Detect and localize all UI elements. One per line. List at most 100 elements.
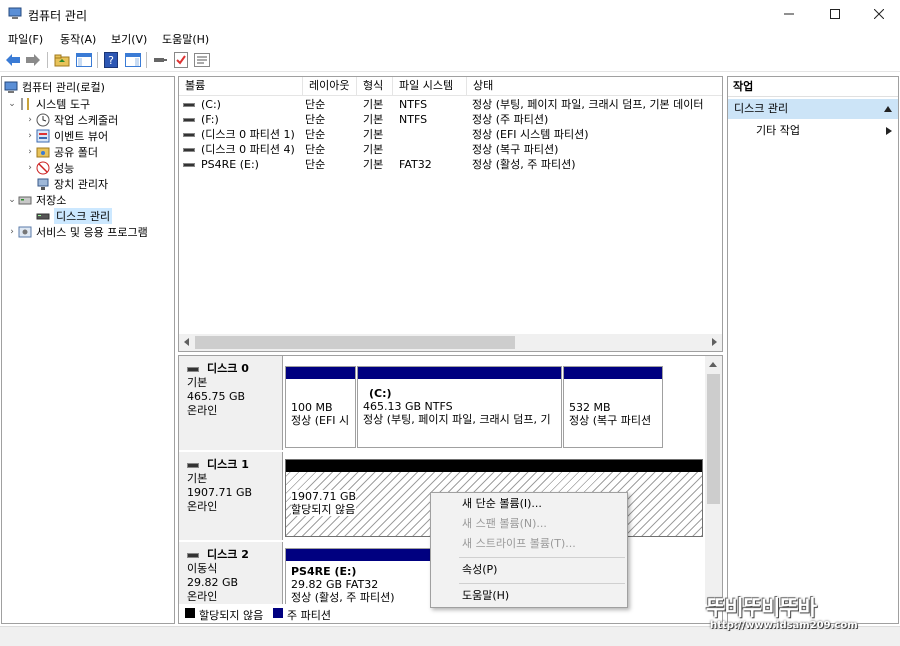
menu-separator (459, 557, 625, 558)
disk-2-label[interactable]: 디스크 2 이동식 29.82 GB 온라인 (179, 542, 283, 606)
folder-up-icon (54, 54, 70, 67)
partition-recovery[interactable]: 532 MB 정상 (복구 파티션 (563, 366, 663, 448)
svg-text:?: ? (108, 54, 114, 67)
menu-item-new-striped-volume[interactable]: 새 스트라이프 볼륨(T)... (432, 534, 626, 554)
console-tree: 컴퓨터 관리(로컬) ⌄ 시스템 도구 › 작업 스케줄러 › 이벤트 뷰어 ›… (1, 76, 175, 624)
horizontal-scrollbar[interactable] (179, 334, 722, 351)
scroll-right-icon[interactable] (710, 338, 718, 346)
tools-icon (21, 98, 29, 110)
menu-help[interactable]: 도움말(H) (162, 31, 209, 47)
legend-swatch-primary (273, 608, 283, 618)
chevron-right-icon[interactable]: › (24, 131, 36, 141)
partition-efi[interactable]: 100 MB 정상 (EFI 시 (285, 366, 356, 448)
show-hide-tree-button[interactable] (75, 51, 93, 69)
column-header-file-system[interactable]: 파일 시스템 (393, 77, 467, 95)
drive-icon (183, 148, 195, 152)
shared-folder-icon (36, 147, 50, 158)
disk-icon (187, 366, 199, 372)
chevron-right-icon[interactable]: › (24, 115, 36, 125)
menu-item-new-spanned-volume[interactable]: 새 스팬 볼륨(N)... (432, 514, 626, 534)
actions-header: 작업 (728, 77, 898, 97)
tree-item-computer-management[interactable]: 컴퓨터 관리(로컬) (4, 79, 105, 95)
disk-0-label[interactable]: 디스크 0 기본 465.75 GB 온라인 (179, 356, 283, 450)
actions-more[interactable]: 기타 작업 (728, 121, 898, 141)
event-viewer-icon (36, 129, 50, 143)
console-tree-icon (76, 53, 92, 67)
tree-item-task-scheduler[interactable]: › 작업 스케줄러 (24, 112, 118, 128)
close-icon (874, 9, 884, 19)
clock-icon (36, 113, 50, 127)
volume-row[interactable]: (F:) 단순 기본 NTFS 정상 (주 파티션) (179, 112, 722, 127)
connect-button[interactable] (151, 51, 169, 69)
scrollbar-thumb[interactable] (707, 374, 720, 504)
menu-view[interactable]: 보기(V) (111, 31, 147, 47)
minimize-button[interactable] (766, 0, 812, 28)
properties-button[interactable] (193, 51, 211, 69)
volume-list: 볼륨 레이아웃 형식 파일 시스템 상태 (C:) 단순 기본 NTFS 정상 … (178, 76, 723, 352)
help-icon: ? (104, 52, 118, 68)
disk-icon (187, 462, 199, 468)
scroll-up-icon[interactable] (709, 361, 717, 369)
computer-management-icon (8, 7, 22, 19)
partition-c[interactable]: (C:) 465.13 GB NTFS 정상 (부팅, 페이지 파일, 크래시 … (357, 366, 562, 448)
tree-item-system-tools[interactable]: ⌄ 시스템 도구 (6, 96, 90, 112)
tree-item-disk-management[interactable]: 디스크 관리 (36, 208, 113, 224)
arrow-right-icon (26, 54, 40, 66)
volume-row[interactable]: PS4RE (E:) 단순 기본 FAT32 정상 (활성, 주 파티션) (179, 157, 722, 172)
chevron-right-icon[interactable]: › (6, 227, 18, 237)
vertical-scrollbar[interactable] (705, 356, 722, 606)
scroll-left-icon[interactable] (183, 338, 191, 346)
computer-management-icon (4, 81, 18, 93)
check-button[interactable] (172, 51, 190, 69)
up-folder-button[interactable] (53, 51, 71, 69)
column-header-layout[interactable]: 레이아웃 (303, 77, 357, 95)
drive-icon (183, 163, 195, 167)
tree-item-shared-folders[interactable]: › 공유 폴더 (24, 144, 98, 160)
storage-icon (18, 196, 32, 205)
show-hide-action-pane-button[interactable] (124, 51, 142, 69)
tree-item-performance[interactable]: › 성능 (24, 160, 74, 176)
checklist-icon (174, 52, 188, 68)
column-header-status[interactable]: 상태 (467, 77, 722, 95)
chevron-right-icon[interactable]: › (24, 163, 36, 173)
tree-item-device-manager[interactable]: 장치 관리자 (36, 176, 108, 192)
column-header-volume[interactable]: 볼륨 (179, 77, 303, 95)
forward-button[interactable] (24, 51, 42, 69)
chevron-down-icon[interactable]: ⌄ (6, 195, 18, 205)
tree-item-storage[interactable]: ⌄ 저장소 (6, 192, 66, 208)
menu-file[interactable]: 파일(F) (8, 31, 43, 47)
maximize-button[interactable] (812, 0, 858, 28)
menu-separator (459, 583, 625, 584)
help-button[interactable]: ? (102, 51, 120, 69)
device-manager-icon (37, 178, 49, 190)
chevron-right-icon[interactable]: › (24, 147, 36, 157)
menu-item-help[interactable]: 도움말(H) (432, 586, 626, 606)
title-bar[interactable]: 컴퓨터 관리 (0, 0, 900, 28)
menu-item-properties[interactable]: 속성(P) (432, 560, 626, 580)
drive-icon (183, 118, 195, 122)
watermark: 뚜비뚜비뚜바 http://www.idsam209.com (704, 592, 896, 638)
menu-action[interactable]: 동작(A) (60, 31, 96, 47)
legend-primary: 주 파티션 (287, 609, 331, 622)
tree-item-services[interactable]: › 서비스 및 응용 프로그램 (6, 224, 148, 240)
tree-item-event-viewer[interactable]: › 이벤트 뷰어 (24, 128, 108, 144)
disk-1-label[interactable]: 디스크 1 기본 1907.71 GB 온라인 (179, 452, 283, 540)
context-menu: 새 단순 볼륨(I)... 새 스팬 볼륨(N)... 새 스트라이프 볼륨(T… (430, 492, 628, 608)
volume-list-header: 볼륨 레이아웃 형식 파일 시스템 상태 (179, 77, 722, 96)
menu-item-new-simple-volume[interactable]: 새 단순 볼륨(I)... (432, 494, 626, 514)
collapse-up-icon[interactable] (884, 106, 892, 112)
close-button[interactable] (856, 0, 900, 28)
chevron-right-icon (886, 127, 892, 135)
drive-icon (183, 103, 195, 107)
chevron-down-icon[interactable]: ⌄ (6, 99, 18, 109)
column-header-type[interactable]: 형식 (357, 77, 393, 95)
volume-row[interactable]: (C:) 단순 기본 NTFS 정상 (부팅, 페이지 파일, 크래시 덤프, … (179, 97, 722, 112)
volume-row[interactable]: (디스크 0 파티션 1) 단순 기본 정상 (EFI 시스템 파티션) (179, 127, 722, 142)
window-title: 컴퓨터 관리 (28, 9, 88, 23)
volume-row[interactable]: (디스크 0 파티션 4) 단순 기본 정상 (복구 파티션) (179, 142, 722, 157)
actions-section-disk-management[interactable]: 디스크 관리 (728, 99, 898, 119)
back-button[interactable] (4, 51, 22, 69)
drive-icon (183, 133, 195, 137)
legend-swatch-unallocated (185, 608, 195, 618)
scrollbar-thumb[interactable] (195, 336, 515, 349)
